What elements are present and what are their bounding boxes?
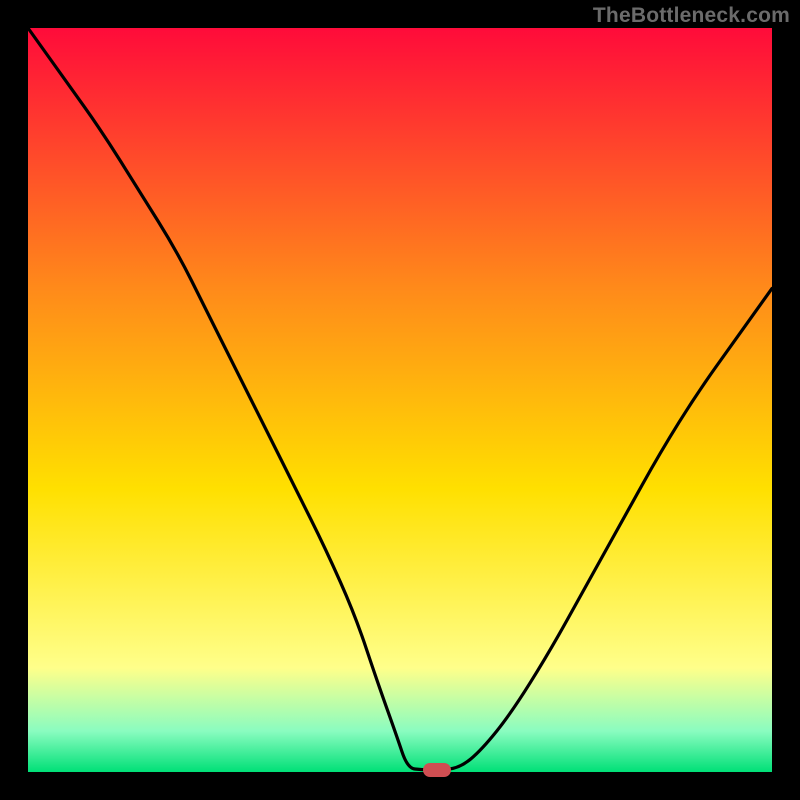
minimum-marker: [423, 763, 451, 777]
chart-stage: TheBottleneck.com: [0, 0, 800, 800]
plot-background: [28, 28, 772, 772]
bottleneck-chart: [0, 0, 800, 800]
watermark-label: TheBottleneck.com: [593, 4, 790, 28]
